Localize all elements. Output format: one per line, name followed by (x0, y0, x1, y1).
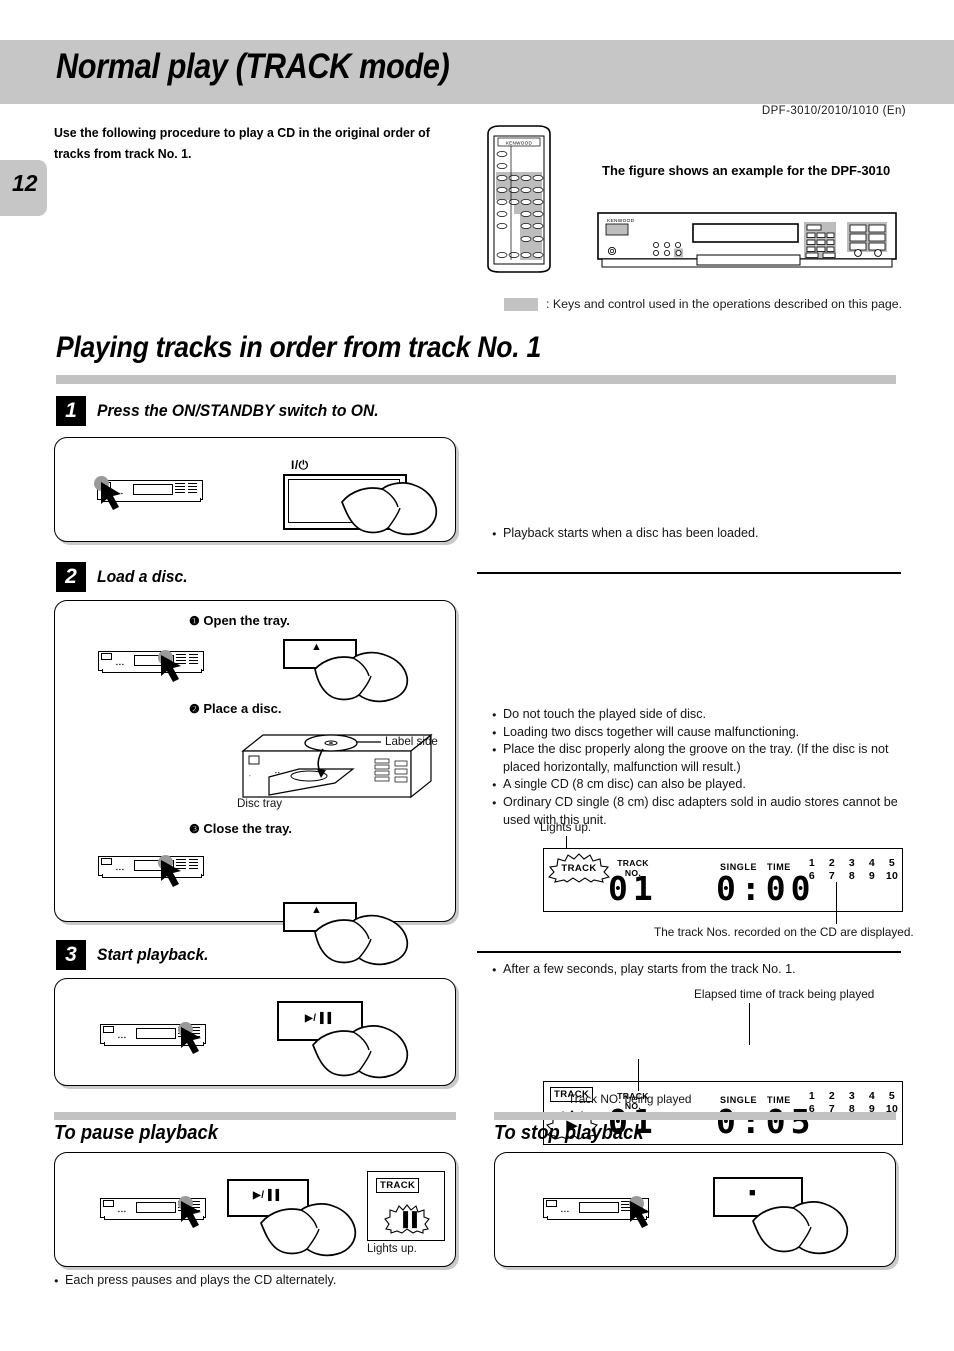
hand-icon (314, 651, 409, 703)
svg-text:KENWOOD: KENWOOD (506, 140, 533, 145)
track-grid-row-2: 6 7 8 9 10 (808, 870, 899, 882)
note-item: After a few seconds, play starts from th… (492, 961, 902, 979)
note-item: Do not touch the played side of disc. (492, 706, 904, 724)
hand-icon (341, 482, 438, 536)
track-grid: 12345 6 7 8 9 10 (802, 857, 902, 883)
track-grid-row-1: 12345 (808, 1090, 896, 1102)
pointer-arrow (161, 655, 181, 682)
step-2-badge: 2 (56, 562, 86, 592)
step-3-badge: 3 (56, 940, 86, 970)
legend: : Keys and control used in the operation… (504, 297, 902, 311)
step-1-title: Press the ON/STANDBY switch to ON. (97, 401, 379, 420)
callout-line (836, 882, 838, 924)
legend-text: : Keys and control used in the operation… (546, 297, 903, 311)
eject-key: ▲ (283, 639, 433, 703)
pointer-arrow (101, 482, 121, 510)
step-3-illustration: ▪▪▪ ▶/▐▐ (54, 978, 456, 1086)
pointer-arrow (161, 860, 181, 887)
step-1-badge: 1 (56, 396, 86, 426)
step-1-notes: Playback starts when a disc has been loa… (492, 525, 902, 543)
callout-line (749, 1003, 751, 1045)
note-item: Loading two discs together will cause ma… (492, 724, 904, 742)
substep-2-text: Place a disc. (203, 701, 282, 716)
substep-2-marker: ❷ (189, 702, 200, 716)
track-indicator-burst: TRACK (548, 853, 610, 883)
power-key-glyph: I/⏻ (291, 458, 309, 472)
stop-section-rule (494, 1112, 896, 1120)
disc-tray-callout: Disc tray (237, 797, 283, 810)
substep-3-marker: ❸ (189, 822, 200, 836)
substep-3-label: ❸ Close the tray. (189, 821, 292, 836)
divider-rule (477, 951, 901, 953)
step-2-notes: Do not touch the played side of disc. Lo… (492, 706, 904, 829)
pause-symbol: ▐▐ (398, 1211, 417, 1227)
step-1-header: 1 Press the ON/STANDBY switch to ON. (56, 396, 393, 426)
step-3-key: ▶/▐▐ (277, 1001, 447, 1079)
track-indicator-badge: TRACK (376, 1178, 420, 1193)
hand-icon (260, 1203, 357, 1257)
hand-icon (752, 1201, 849, 1255)
cd-player-front-panel-figure: KENWOOD (597, 212, 897, 270)
step-3-title: Start playback. (97, 945, 209, 964)
time-digits: 0:05 (716, 1102, 816, 1141)
svg-text:KENWOOD: KENWOOD (607, 218, 635, 224)
stop-key: ■ (713, 1177, 883, 1261)
track-number-digits: 01 (608, 869, 658, 908)
stop-illustration: ▪▪▪ ■ (494, 1152, 896, 1267)
note-item: Place the disc properly along the groove… (492, 741, 904, 776)
hand-icon (312, 1025, 409, 1079)
step-2-header: 2 Load a disc. (56, 562, 192, 592)
note-item: Playback starts when a disc has been loa… (492, 525, 902, 543)
step-2-title: Load a disc. (97, 567, 188, 586)
hand-icon (314, 914, 409, 966)
label-side-callout: Label side (385, 735, 438, 748)
model-code: DPF-3010/2010/1010 (En) (761, 105, 906, 117)
display-loaded-caption-bottom: The track Nos. recorded on the CD are di… (654, 925, 914, 939)
track-grid-row-1: 12345 (808, 857, 896, 869)
pause-indicator-inset: TRACK ▐▐ (367, 1171, 445, 1241)
pause-key: ▶/▐▐ (227, 1179, 377, 1259)
display-playing-caption-top: Elapsed time of track being played (694, 987, 875, 1001)
pause-section-title: To pause playback (54, 1122, 218, 1144)
substep-1-marker: ❶ (189, 614, 200, 628)
intro-text: Use the following procedure to play a CD… (54, 125, 430, 161)
substep-3-text: Close the tray. (203, 821, 293, 836)
pointer-arrow (181, 1027, 201, 1054)
divider-rule (477, 572, 901, 574)
section-heading: Playing tracks in order from track No. 1 (56, 331, 541, 364)
display-loaded-caption-top: Lights up. (540, 820, 592, 834)
page-number: 12 (12, 170, 38, 196)
step-2-illustration: ❶ Open the tray. ▪▪▪ ▲ ❷ Place a disc. ▫ (54, 600, 456, 966)
pause-illustration: ▪▪▪ ▶/▐▐ TRACK ▐▐ Lights up. (54, 1152, 456, 1267)
pointer-arrow (630, 1201, 650, 1228)
play-symbol: ▶ (566, 1116, 578, 1134)
track-indicator-label: TRACK (561, 862, 597, 874)
step-1-illustration: ▪▪▪ I/⏻ (54, 437, 456, 542)
legend-swatch (504, 297, 538, 311)
substep-1-label: ❶ Open the tray. (189, 613, 290, 628)
note-item: A single CD (8 cm disc) can also be play… (492, 776, 904, 794)
step-3-notes: After a few seconds, play starts from th… (492, 961, 902, 979)
step-1-key: I/⏻ (283, 458, 443, 536)
pointer-arrow (181, 1201, 201, 1228)
figure-note: The figure shows an example for the DPF-… (602, 163, 891, 178)
note-item: Each press pauses and plays the CD alter… (54, 1272, 454, 1290)
remote-control-figure: KENWOOD (480, 124, 560, 274)
pause-note: Each press pauses and plays the CD alter… (54, 1272, 454, 1290)
time-digits: 0:00 (716, 869, 816, 908)
callout-line (638, 1059, 640, 1091)
page-title: Normal play (TRACK mode) (56, 47, 450, 86)
close-tray-key: ▲ (283, 902, 433, 966)
step-3-header: 3 Start playback. (56, 940, 214, 970)
substep-2-label: ❷ Place a disc. (189, 701, 281, 716)
pause-section-rule (54, 1112, 456, 1120)
pause-indicator-caption: Lights up. (367, 1243, 417, 1255)
substep-1-text: Open the tray. (203, 613, 290, 628)
section-rule (56, 375, 896, 384)
display-playing-caption-bottom: Track NO. being played (568, 1092, 692, 1106)
pause-indicator-burst: ▐▐ (384, 1204, 430, 1234)
display-panel-loaded: TRACK TRACK NO. 01 SINGLE TIME 0:00 12345… (543, 848, 903, 912)
